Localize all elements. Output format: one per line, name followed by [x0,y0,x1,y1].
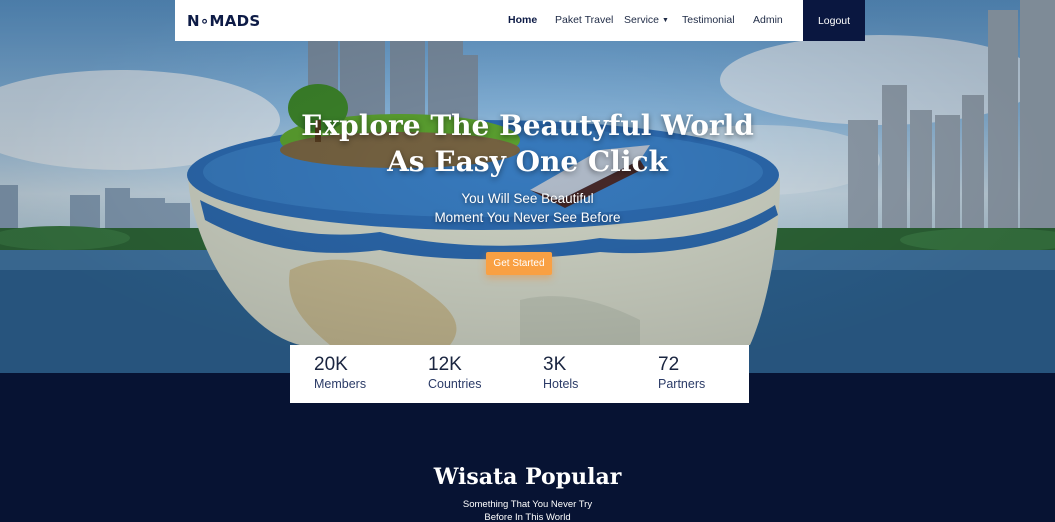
get-started-button[interactable]: Get Started [486,252,552,275]
dropdown-caret-icon: ▼ [662,17,669,24]
hero-subtitle-line-1: You Will See Beautiful [461,191,594,206]
nav-service-label: Service [624,14,660,26]
hero-section: Explore The Beautyful World As Easy One … [0,0,1055,373]
nav-link-home[interactable]: Home [508,14,537,26]
stat-label: Members [314,377,367,391]
brand-logo[interactable]: N∘MADS [187,12,261,30]
logout-button[interactable]: Logout [803,0,865,41]
hero-title-line-1: Explore The Beautyful World [301,109,754,142]
stat-value: 72 [658,354,680,375]
nav-link-paket-travel[interactable]: Paket Travel [555,14,613,26]
stat-value: 12K [428,354,462,375]
section-subtitle-line-1: Something That You Never Try [462,499,593,510]
hero-overlay [0,0,1055,373]
stat-label: Partners [658,377,706,391]
nav-link-testimonial[interactable]: Testimonial [682,14,735,26]
stat-label: Countries [428,377,482,391]
stats-bar: 20K Members 12K Countries 3K Hotels 72 P… [290,345,749,403]
nav-link-service[interactable]: Service ▼ [624,14,669,26]
navbar: N∘MADS Home Paket Travel Service ▼ Testim… [175,0,865,41]
section-subtitle-line-2: Before In This World [484,512,571,522]
stat-members: 20K Members [314,354,366,393]
stat-label: Hotels [543,377,579,391]
stat-hotels: 3K Hotels [543,354,578,393]
stat-value: 3K [543,354,567,375]
section-title-wisata-popular: Wisata Popular [433,464,622,490]
nav-link-admin[interactable]: Admin [753,14,783,26]
hero-title-line-2: As Easy One Click [387,145,668,178]
section-subtitle: Something That You Never Try Before In T… [0,498,1055,522]
hero-title: Explore The Beautyful World As Easy One … [0,108,1055,180]
stat-value: 20K [314,354,348,375]
hero-subtitle-line-2: Moment You Never See Before [434,210,621,225]
stat-countries: 12K Countries [428,354,482,393]
hero-subtitle: You Will See Beautiful Moment You Never … [0,189,1055,227]
stat-partners: 72 Partners [658,354,705,393]
